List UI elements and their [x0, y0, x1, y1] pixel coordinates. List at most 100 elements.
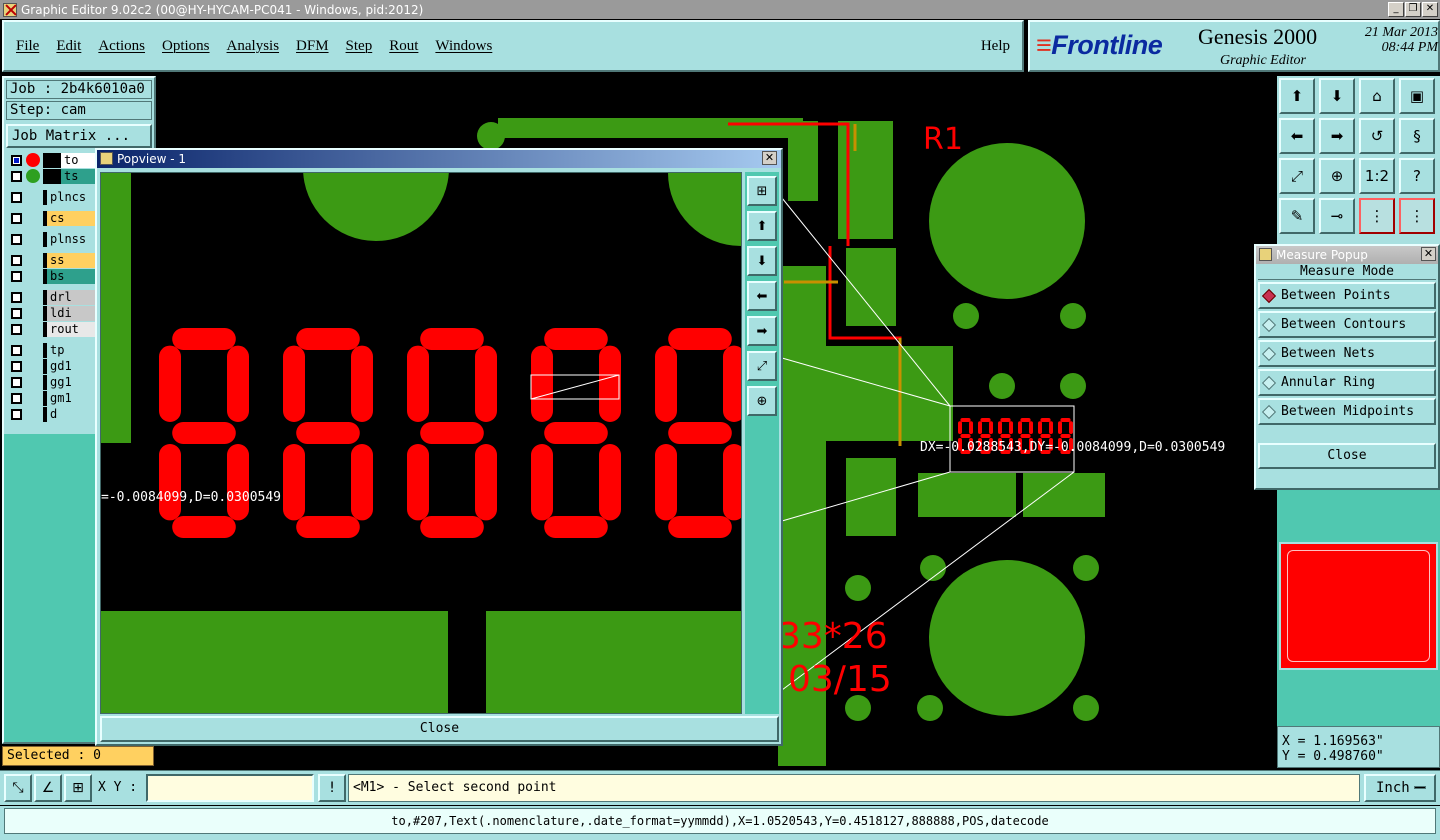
- pad-small: [1073, 695, 1099, 721]
- date-code-line-1: 33*26: [778, 616, 888, 657]
- menu-options[interactable]: Options: [162, 38, 210, 55]
- zoom-fit-icon[interactable]: ⤢: [1279, 158, 1315, 194]
- digit-segment: [544, 516, 608, 538]
- menu-actions[interactable]: Actions: [98, 38, 145, 55]
- window-frame-icon[interactable]: ▣: [1399, 78, 1435, 114]
- layer-checkbox[interactable]: [11, 344, 22, 356]
- layer-checkbox[interactable]: [11, 254, 22, 266]
- digit-segment: [1038, 421, 1042, 434]
- digit-segment: [172, 516, 236, 538]
- measure-option-between-nets[interactable]: Between Nets: [1258, 340, 1436, 367]
- net-select-icon[interactable]: ⋮: [1399, 198, 1435, 234]
- measure-popup-title: Measure Popup: [1276, 248, 1368, 262]
- minimize-button[interactable]: _: [1388, 2, 1404, 17]
- digit-segment: [475, 444, 497, 521]
- x-coordinate: X = 1.169563": [1282, 734, 1384, 749]
- menu-dfm[interactable]: DFM: [296, 38, 329, 55]
- pan-down-icon[interactable]: ⬇: [1319, 78, 1355, 114]
- digit-segment: [172, 422, 236, 444]
- digit-segment: [1020, 418, 1031, 422]
- zoom-box-icon[interactable]: ⤡: [4, 774, 32, 802]
- measure-option-annular-ring[interactable]: Annular Ring: [1258, 369, 1436, 396]
- popview-close-icon[interactable]: ✕: [762, 151, 777, 165]
- menu-file[interactable]: File: [16, 38, 39, 55]
- measure-angle-icon[interactable]: ∠: [34, 774, 62, 802]
- help-icon[interactable]: ?: [1399, 158, 1435, 194]
- warning-button[interactable]: !: [318, 774, 346, 802]
- radio-diamond-icon: [1261, 404, 1277, 419]
- net-highlight-icon[interactable]: ⋮: [1359, 198, 1395, 234]
- layer-checkbox[interactable]: [11, 270, 22, 282]
- rotate-icon[interactable]: ↺: [1359, 118, 1395, 154]
- menu-help[interactable]: Help: [981, 38, 1010, 55]
- units-select[interactable]: Inch: [1364, 774, 1436, 802]
- zoom-center-icon[interactable]: ⊕: [1319, 158, 1355, 194]
- measure-option-label: Annular Ring: [1281, 375, 1375, 390]
- layer-checkbox[interactable]: [11, 392, 22, 404]
- pad-small: [989, 373, 1015, 399]
- layer-status-icon: [26, 253, 40, 267]
- scale-ratio-button[interactable]: 1:2: [1359, 158, 1395, 194]
- layer-checkbox[interactable]: [11, 191, 22, 203]
- measure-popup-close-icon[interactable]: ✕: [1421, 247, 1436, 261]
- digit-segment: [960, 418, 971, 422]
- layer-status-icon: [26, 359, 40, 373]
- digit-segment: [1040, 418, 1051, 422]
- popview-window: Popview - 1 ✕ =-0.0084099,D=0.0300549 ⊞ …: [95, 148, 783, 746]
- xy-input[interactable]: [146, 774, 314, 802]
- menu-step[interactable]: Step: [346, 38, 373, 55]
- restore-button[interactable]: ❐: [1405, 2, 1421, 17]
- digit-segment: [958, 421, 962, 434]
- digit-segment: [1069, 421, 1073, 434]
- window-title-bar: Graphic Editor 9.02c2 (00@HY-HYCAM-PC041…: [0, 0, 1440, 19]
- pad-strip: [101, 173, 131, 443]
- pan-right-icon[interactable]: ➡: [1319, 118, 1355, 154]
- pan-left-icon[interactable]: ⬅: [1279, 118, 1315, 154]
- layer-checkbox[interactable]: [11, 212, 22, 224]
- job-matrix-button[interactable]: Job Matrix ...: [6, 124, 152, 148]
- measure-option-between-midpoints[interactable]: Between Midpoints: [1258, 398, 1436, 425]
- view-toolbar: ⬆ ⬇ ⌂ ▣ ⬅ ➡ ↺ § ⤢ ⊕ 1:2 ? ✎ ⊸ ⋮ ⋮: [1277, 76, 1440, 244]
- zoom-home-icon[interactable]: ⬆: [1279, 78, 1315, 114]
- layer-checkbox[interactable]: [11, 233, 22, 245]
- menu-analysis[interactable]: Analysis: [227, 38, 280, 55]
- zoom-in-icon[interactable]: ⊞: [747, 176, 777, 206]
- layer-checkbox[interactable]: [11, 307, 22, 319]
- close-window-button[interactable]: ✕: [1422, 2, 1438, 17]
- measure-option-between-contours[interactable]: Between Contours: [1258, 311, 1436, 338]
- popview-canvas[interactable]: =-0.0084099,D=0.0300549: [100, 172, 742, 714]
- zoom-center-icon[interactable]: ⊕: [747, 386, 777, 416]
- layer-checkbox[interactable]: [11, 376, 22, 388]
- layer-checkbox[interactable]: [11, 323, 22, 335]
- command-bar: ⤡ ∠ ⊞ X Y : ! <M1> - Select second point…: [0, 770, 1440, 805]
- pan-down-icon[interactable]: ⬇: [747, 246, 777, 276]
- layer-checkbox[interactable]: [11, 170, 22, 182]
- pan-left-icon[interactable]: ⬅: [747, 281, 777, 311]
- digit-segment: [420, 328, 484, 350]
- layer-checkbox[interactable]: [11, 291, 22, 303]
- board-minimap[interactable]: [1279, 542, 1438, 670]
- layer-checkbox[interactable]: [11, 408, 22, 420]
- pan-up-icon[interactable]: ⬆: [747, 211, 777, 241]
- home-icon[interactable]: ⌂: [1359, 78, 1395, 114]
- measure-tool-icon[interactable]: ✎: [1279, 198, 1315, 234]
- zoom-fit-icon[interactable]: ⤢: [747, 351, 777, 381]
- measure-close-button[interactable]: Close: [1258, 443, 1436, 469]
- measure-option-label: Between Nets: [1281, 346, 1375, 361]
- pan-right-icon[interactable]: ➡: [747, 316, 777, 346]
- popview-close-button[interactable]: Close: [100, 716, 779, 742]
- measure-option-between-points[interactable]: Between Points: [1258, 282, 1436, 309]
- logo-text: Frontline: [1051, 30, 1163, 60]
- menu-windows[interactable]: Windows: [435, 38, 492, 55]
- digit-segment: [655, 345, 677, 422]
- redraw-icon[interactable]: §: [1399, 118, 1435, 154]
- y-coordinate: Y = 0.498760": [1282, 749, 1384, 764]
- product-name: Genesis 2000: [1198, 24, 1318, 49]
- snap-icon[interactable]: ⊸: [1319, 198, 1355, 234]
- menu-edit[interactable]: Edit: [56, 38, 81, 55]
- digit-segment: [351, 345, 373, 422]
- menu-rout[interactable]: Rout: [389, 38, 418, 55]
- layer-checkbox[interactable]: [11, 154, 22, 166]
- grid-snap-icon[interactable]: ⊞: [64, 774, 92, 802]
- layer-checkbox[interactable]: [11, 360, 22, 372]
